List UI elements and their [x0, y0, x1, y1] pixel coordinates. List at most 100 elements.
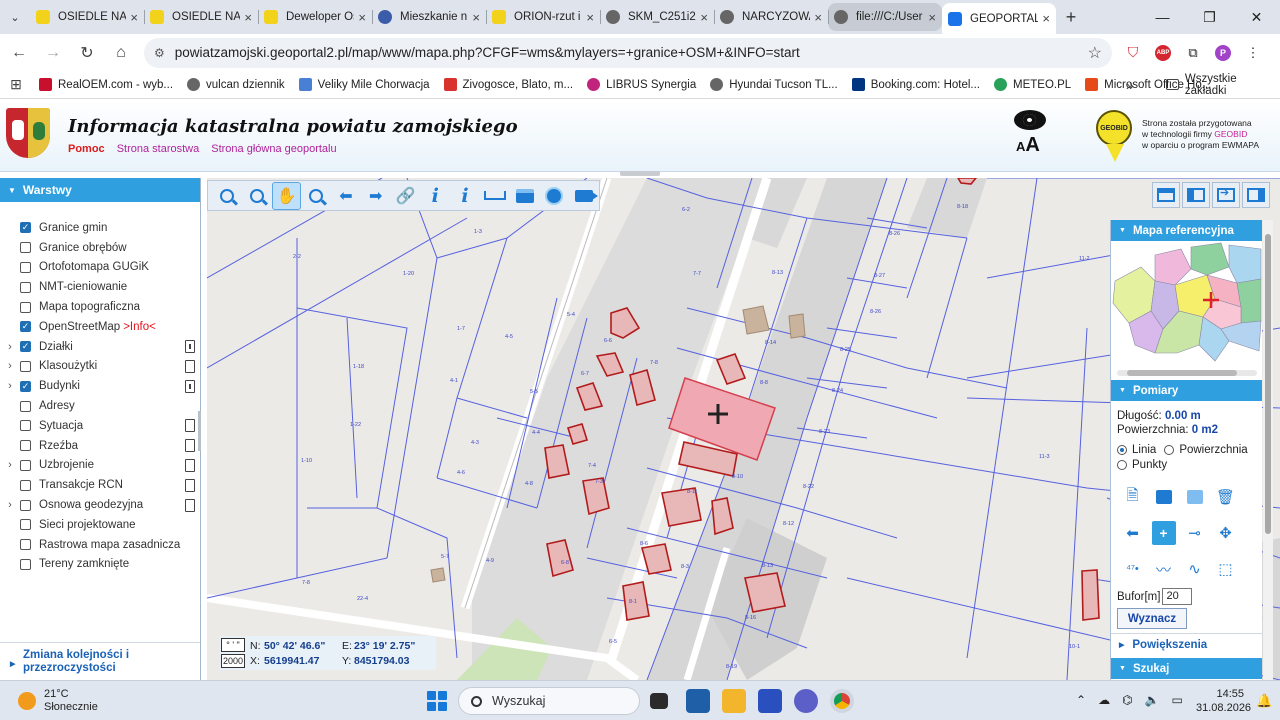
layer-item[interactable]: Sytuacja: [0, 416, 200, 436]
forward-button[interactable]: →: [38, 38, 68, 68]
measure-delete-button[interactable]: 🗑: [1210, 484, 1241, 510]
close-icon[interactable]: ×: [472, 10, 480, 25]
restore-icon[interactable]: ❐: [1186, 0, 1233, 34]
browser-tab[interactable]: file:///C:/User ×: [828, 3, 942, 31]
zooms-section-header[interactable]: ▶ Powiększenia: [1111, 633, 1262, 655]
starostwo-link[interactable]: Strona starostwa: [117, 143, 200, 155]
taskbar-search[interactable]: Wyszukaj: [458, 687, 640, 715]
layer-item[interactable]: Mapa topograficzna: [0, 297, 200, 317]
layer-checkbox[interactable]: [20, 400, 31, 412]
layer-checkbox[interactable]: [20, 281, 31, 293]
layer-checkbox[interactable]: [20, 539, 31, 551]
address-bar[interactable]: ⚙ powiatzamojski.geoportal2.pl/map/www/m…: [144, 37, 1112, 68]
more-bookmarks-button[interactable]: »: [1126, 77, 1134, 93]
weather-widget[interactable]: 21°C Słonecznie: [18, 688, 98, 714]
layer-checkbox[interactable]: ✓: [20, 321, 31, 333]
tab-search-button[interactable]: ⌄: [0, 0, 30, 34]
clock[interactable]: 14:55 31.08.2026: [1196, 687, 1251, 715]
close-icon[interactable]: ×: [244, 10, 252, 25]
pan-button[interactable]: ✋: [271, 181, 302, 210]
bookmark-item[interactable]: METEO.PL: [987, 78, 1078, 91]
layer-item[interactable]: ✓ Granice gmin: [0, 218, 200, 238]
layer-item[interactable]: › Klasoużytki: [0, 357, 200, 377]
link-button[interactable]: 🔗: [391, 182, 421, 210]
compute-buffer-button[interactable]: Wyznacz: [1117, 608, 1187, 629]
layer-checkbox[interactable]: ✓: [20, 222, 31, 234]
legend-document-icon[interactable]: [185, 340, 195, 354]
legend-document-icon[interactable]: [185, 419, 195, 433]
layer-item[interactable]: Rzeźba: [0, 436, 200, 456]
font-size-button[interactable]: AA: [1016, 134, 1040, 157]
browser-tab[interactable]: OSIEDLE NARCYZ×: [30, 3, 144, 31]
legend-document-icon[interactable]: [185, 379, 195, 393]
bookmark-item[interactable]: Hyundai Tucson TL...: [703, 78, 844, 91]
start-button[interactable]: [427, 691, 447, 711]
reference-map[interactable]: [1111, 241, 1262, 380]
legend-document-icon[interactable]: [185, 498, 195, 512]
store-icon[interactable]: [686, 689, 710, 713]
measurements-header[interactable]: ▼ Pomiary: [1111, 380, 1262, 401]
move-point-button[interactable]: ✥: [1210, 520, 1241, 546]
radio-points[interactable]: Punkty: [1117, 459, 1167, 471]
tools-panel-scrollbar[interactable]: [1263, 220, 1273, 680]
cloud-icon[interactable]: ☁: [1098, 693, 1110, 707]
geoportal-home-link[interactable]: Strona główna geoportalu: [211, 143, 336, 155]
bookmark-item[interactable]: LIBRUS Synergia: [580, 78, 703, 91]
notification-icon[interactable]: 🔔: [1256, 693, 1272, 709]
layer-checkbox[interactable]: [20, 558, 31, 570]
layout-move-button[interactable]: [1212, 182, 1240, 208]
previous-view-button[interactable]: ⬅: [331, 182, 361, 210]
close-icon[interactable]: ×: [700, 10, 708, 25]
layer-checkbox[interactable]: ✓: [20, 341, 31, 353]
bookmark-item[interactable]: Veliky Mile Chorwacja: [292, 78, 437, 91]
external-maps-button[interactable]: [539, 182, 569, 210]
legend-document-icon[interactable]: [185, 439, 195, 453]
browser-tab[interactable]: Mieszkanie n ×: [372, 3, 486, 31]
layer-checkbox[interactable]: [20, 420, 31, 432]
profile-button[interactable]: P: [1208, 38, 1238, 68]
video-button[interactable]: [569, 182, 599, 210]
add-point-button[interactable]: +: [1148, 520, 1179, 546]
layer-checkbox[interactable]: [20, 519, 31, 531]
zoom-in-button[interactable]: [212, 182, 242, 210]
layer-checkbox[interactable]: [20, 479, 31, 491]
extensions-button[interactable]: ⧉: [1178, 38, 1208, 68]
all-bookmarks-button[interactable]: Wszystkie zakładki: [1166, 73, 1280, 97]
layer-item[interactable]: Rastrowa mapa zasadnicza: [0, 535, 200, 555]
layer-item[interactable]: Transakcje RCN: [0, 475, 200, 495]
chevron-right-icon[interactable]: ›: [0, 499, 20, 511]
battery-icon[interactable]: ▭: [1172, 693, 1183, 707]
apps-button[interactable]: ⊞: [0, 76, 32, 93]
layer-checkbox[interactable]: [20, 499, 31, 511]
layer-item[interactable]: Ortofotomapa GUGiK: [0, 258, 200, 278]
reference-map-scrollbar[interactable]: [1117, 370, 1257, 376]
site-info-icon[interactable]: ⚙: [154, 46, 165, 60]
layer-item[interactable]: › Osnowa geodezyjna: [0, 495, 200, 515]
measure-report-button[interactable]: 🗎: [1117, 484, 1148, 510]
reload-button[interactable]: ↻: [72, 38, 102, 68]
layer-checkbox[interactable]: [20, 459, 31, 471]
coordinate-point-button[interactable]: ⁴⁷•: [1117, 556, 1148, 582]
buffer-input[interactable]: 20: [1162, 588, 1193, 605]
radio-line[interactable]: Linia: [1117, 444, 1156, 456]
chevron-right-icon[interactable]: ›: [0, 380, 20, 392]
new-tab-button[interactable]: +: [1056, 3, 1086, 31]
chevron-right-icon[interactable]: ›: [0, 341, 20, 353]
bookmark-item[interactable]: vulcan dziennik: [180, 78, 292, 91]
close-icon[interactable]: ×: [814, 10, 822, 25]
file-explorer-icon[interactable]: [722, 689, 746, 713]
close-icon[interactable]: ×: [1042, 11, 1050, 26]
measure-save-button[interactable]: [1179, 484, 1210, 510]
layer-item[interactable]: › ✓ Działki: [0, 337, 200, 357]
extension-shield[interactable]: ⛉: [1118, 38, 1148, 68]
layer-checkbox[interactable]: [20, 242, 31, 254]
volume-icon[interactable]: 🔈: [1145, 693, 1160, 707]
search-section-header[interactable]: ▼ Szukaj: [1111, 658, 1262, 679]
layer-item[interactable]: NMT-cieniowanie: [0, 277, 200, 297]
curve-button[interactable]: ∿: [1179, 556, 1210, 582]
layer-item[interactable]: › ✓ Budynki: [0, 376, 200, 396]
info-button[interactable]: i: [420, 182, 450, 210]
radio-area[interactable]: Powierzchnia: [1164, 444, 1248, 456]
layer-item[interactable]: Adresy: [0, 396, 200, 416]
layer-item[interactable]: Tereny zamknięte: [0, 555, 200, 575]
